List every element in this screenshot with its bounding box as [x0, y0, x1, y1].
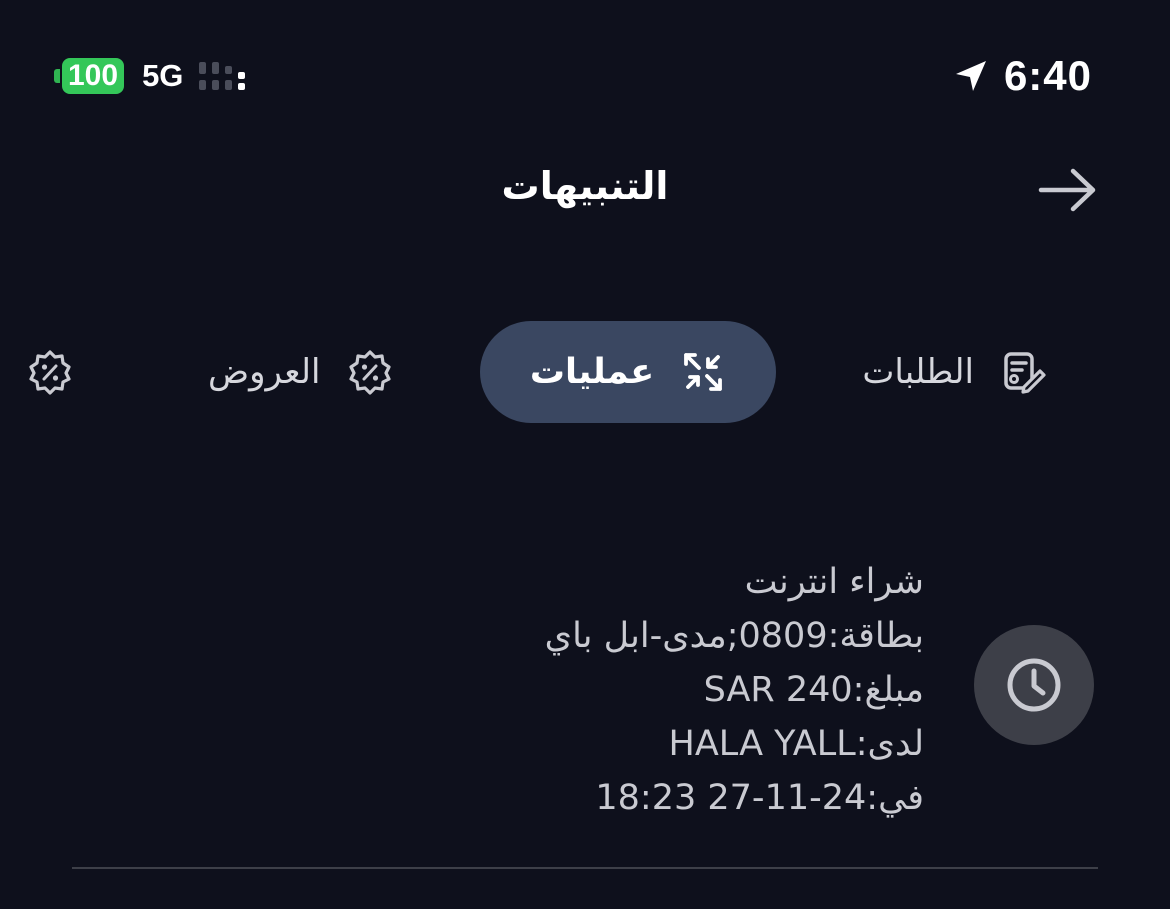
notification-merchant: لدى:HALA YALL — [668, 724, 924, 764]
notification-card: بطاقة:0809;مدى-ابل باي — [544, 616, 924, 656]
notification-datetime: في:24-11-27 18:23 — [595, 778, 924, 818]
tab-operations[interactable]: عمليات — [480, 321, 776, 423]
battery-level: 100 — [62, 58, 125, 94]
network-type: 5G — [142, 58, 184, 93]
tab-label: م — [0, 352, 1, 392]
clock-icon — [1007, 658, 1061, 712]
battery-indicator: 100 — [54, 58, 125, 94]
edit-document-icon — [1004, 352, 1046, 394]
back-button[interactable] — [1036, 162, 1100, 218]
location-arrow-icon — [955, 61, 986, 91]
notifications-screen: 100 5G 6:40 التنبيهات الطلبات عمليات الع… — [0, 0, 1170, 909]
discount-badge-icon — [29, 350, 71, 395]
arrows-exchange-icon — [684, 353, 723, 391]
tab-label: عمليات — [529, 352, 655, 392]
status-left: 100 5G — [54, 46, 249, 106]
status-bar: 100 5G 6:40 — [0, 46, 1170, 106]
arrow-right-icon — [1038, 168, 1096, 212]
notification-item[interactable]: شراء انترنت بطاقة:0809;مدى-ابل باي مبلغ:… — [94, 555, 1094, 835]
notification-text: شراء انترنت بطاقة:0809;مدى-ابل باي مبلغ:… — [124, 555, 924, 825]
tab-label: العروض — [208, 352, 321, 392]
notification-title: شراء انترنت — [744, 562, 924, 602]
page-title: التنبيهات — [501, 164, 669, 208]
battery-nub — [54, 69, 60, 83]
cellular-signal-icon — [199, 62, 246, 90]
notification-amount: مبلغ:SAR 240 — [703, 670, 924, 710]
status-right: 6:40 — [952, 46, 1092, 106]
discount-badge-icon — [348, 350, 391, 395]
header: التنبيهات — [0, 150, 1170, 230]
divider — [72, 867, 1098, 869]
tab-more[interactable]: م — [0, 321, 73, 423]
tab-offers[interactable]: العروض — [208, 321, 393, 423]
status-time: 6:40 — [1003, 52, 1092, 99]
tab-requests[interactable]: الطلبات — [862, 321, 1046, 423]
tab-bar: الطلبات عمليات العروض — [0, 321, 1170, 423]
notification-icon-circle — [974, 625, 1094, 745]
tab-label: الطلبات — [862, 352, 974, 392]
